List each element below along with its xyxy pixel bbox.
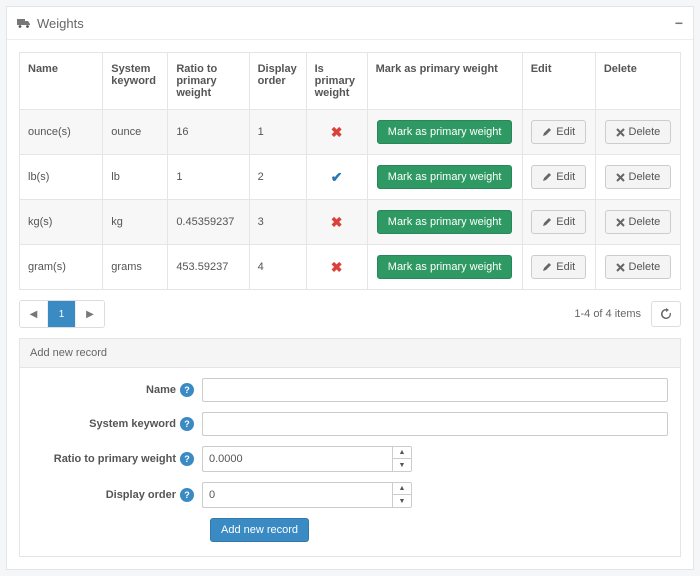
cell-name: gram(s) (20, 245, 103, 290)
col-ratio[interactable]: Ratio to primary weight (168, 53, 249, 110)
close-icon (616, 128, 625, 137)
pencil-icon (542, 127, 552, 137)
col-delete: Delete (595, 53, 680, 110)
mark-primary-button[interactable]: Mark as primary weight (377, 165, 513, 189)
help-icon[interactable]: ? (180, 452, 194, 466)
edit-button[interactable]: Edit (531, 120, 586, 144)
add-record-button[interactable]: Add new record (210, 518, 309, 542)
edit-button[interactable]: Edit (531, 210, 586, 234)
label-name: Name (146, 384, 176, 396)
primary-false: ✖ (306, 200, 367, 245)
col-edit: Edit (522, 53, 595, 110)
pencil-icon (542, 262, 552, 272)
mark-primary-button[interactable]: Mark as primary weight (377, 210, 513, 234)
order-spin-up[interactable]: ▲ (393, 483, 411, 495)
pager-next[interactable]: ▶ (76, 301, 104, 327)
primary-false: ✖ (306, 245, 367, 290)
form-row-order: Display order ? ▲ ▼ (32, 482, 668, 508)
form-row-ratio: Ratio to primary weight ? ▲ ▼ (32, 446, 668, 472)
mark-primary-button[interactable]: Mark as primary weight (377, 255, 513, 279)
pager-prev[interactable]: ◀ (20, 301, 48, 327)
help-icon[interactable]: ? (180, 383, 194, 397)
order-spinner: ▲ ▼ (392, 482, 412, 508)
delete-button[interactable]: Delete (605, 210, 672, 234)
cell-name: ounce(s) (20, 110, 103, 155)
weights-panel: Weights − Name System keyword Ratio to p… (6, 6, 694, 570)
add-record-header: Add new record (20, 339, 680, 368)
pencil-icon (542, 172, 552, 182)
weights-table: Name System keyword Ratio to primary wei… (19, 52, 681, 290)
name-input[interactable] (202, 378, 668, 402)
cell-ratio: 16 (168, 110, 249, 155)
primary-false: ✖ (306, 110, 367, 155)
delete-button[interactable]: Delete (605, 165, 672, 189)
refresh-icon (660, 308, 672, 320)
edit-button[interactable]: Edit (531, 165, 586, 189)
delete-button[interactable]: Delete (605, 120, 672, 144)
ratio-input[interactable] (202, 446, 392, 472)
pager: ◀ 1 ▶ 1-4 of 4 items (19, 300, 681, 328)
cell-name: kg(s) (20, 200, 103, 245)
display-order-input[interactable] (202, 482, 392, 508)
col-system-keyword[interactable]: System keyword (103, 53, 168, 110)
col-mark-primary: Mark as primary weight (367, 53, 522, 110)
col-display-order[interactable]: Display order (249, 53, 306, 110)
cell-keyword: kg (103, 200, 168, 245)
edit-button[interactable]: Edit (531, 255, 586, 279)
cell-keyword: grams (103, 245, 168, 290)
cell-order: 2 (249, 155, 306, 200)
pencil-icon (542, 217, 552, 227)
form-row-keyword: System keyword ? (32, 412, 668, 436)
truck-icon (17, 17, 31, 29)
pager-group: ◀ 1 ▶ (19, 300, 105, 328)
ratio-spin-down[interactable]: ▼ (393, 459, 411, 471)
close-icon (616, 218, 625, 227)
refresh-button[interactable] (651, 301, 681, 327)
close-icon (616, 263, 625, 272)
order-spin-down[interactable]: ▼ (393, 495, 411, 507)
col-name[interactable]: Name (20, 53, 103, 110)
primary-true: ✔ (306, 155, 367, 200)
ratio-spin-up[interactable]: ▲ (393, 447, 411, 459)
label-ratio: Ratio to primary weight (54, 453, 176, 465)
table-row: gram(s)grams453.592374✖ Mark as primary w… (20, 245, 681, 290)
col-is-primary[interactable]: Is primary weight (306, 53, 367, 110)
cell-keyword: ounce (103, 110, 168, 155)
mark-primary-button[interactable]: Mark as primary weight (377, 120, 513, 144)
delete-button[interactable]: Delete (605, 255, 672, 279)
table-row: kg(s)kg0.453592373✖ Mark as primary weigh… (20, 200, 681, 245)
table-header-row: Name System keyword Ratio to primary wei… (20, 53, 681, 110)
cell-ratio: 1 (168, 155, 249, 200)
pager-info: 1-4 of 4 items (574, 308, 641, 320)
ratio-spinner: ▲ ▼ (392, 446, 412, 472)
label-system-keyword: System keyword (89, 418, 176, 430)
cell-order: 3 (249, 200, 306, 245)
cell-ratio: 0.45359237 (168, 200, 249, 245)
help-icon[interactable]: ? (180, 417, 194, 431)
cell-keyword: lb (103, 155, 168, 200)
cell-order: 4 (249, 245, 306, 290)
table-row: lb(s)lb12✔ Mark as primary weight Edit Dele… (20, 155, 681, 200)
panel-header: Weights − (7, 7, 693, 40)
form-row-name: Name ? (32, 378, 668, 402)
system-keyword-input[interactable] (202, 412, 668, 436)
pager-page-1[interactable]: 1 (48, 301, 76, 327)
cell-name: lb(s) (20, 155, 103, 200)
panel-title: Weights (37, 16, 675, 31)
cell-order: 1 (249, 110, 306, 155)
close-icon (616, 173, 625, 182)
table-row: ounce(s)ounce161✖ Mark as primary weight E… (20, 110, 681, 155)
label-display-order: Display order (106, 489, 176, 501)
collapse-button[interactable]: − (675, 15, 683, 31)
add-record-panel: Add new record Name ? System keyword ? R… (19, 338, 681, 557)
help-icon[interactable]: ? (180, 488, 194, 502)
cell-ratio: 453.59237 (168, 245, 249, 290)
panel-body: Name System keyword Ratio to primary wei… (7, 40, 693, 569)
